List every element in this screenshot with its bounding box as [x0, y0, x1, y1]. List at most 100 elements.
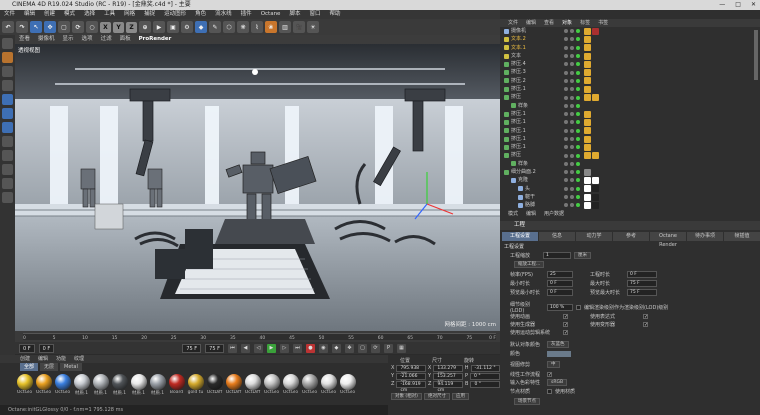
- tag-icon[interactable]: [584, 69, 591, 77]
- object-row[interactable]: 挤压.1: [500, 143, 750, 151]
- material-item[interactable]: OctDiff: [225, 374, 242, 396]
- tag-icon[interactable]: [584, 127, 591, 135]
- visibility-flags[interactable]: [564, 203, 580, 208]
- material-item[interactable]: OctDiff: [206, 374, 223, 396]
- tag-icon[interactable]: [584, 77, 591, 85]
- visibility-flags[interactable]: [564, 112, 580, 117]
- project-time-field[interactable]: 0 F: [627, 271, 657, 278]
- material-item[interactable]: gold tu: [187, 374, 204, 396]
- end-frame-field[interactable]: 75 F: [182, 343, 202, 353]
- node-material-checkbox[interactable]: [547, 389, 552, 394]
- visibility-flags[interactable]: [564, 153, 580, 158]
- render-visibility-dot[interactable]: [570, 128, 574, 133]
- pen-icon[interactable]: ✎: [209, 21, 221, 33]
- tag-icon[interactable]: [592, 201, 599, 209]
- material-item[interactable]: OctGlo: [282, 374, 299, 396]
- visibility-flags[interactable]: [564, 120, 580, 125]
- scale-project-button[interactable]: 缩放工程...: [514, 261, 545, 268]
- material-item[interactable]: 材质.1: [73, 374, 90, 396]
- attribute-tab[interactable]: 帧插值: [724, 232, 760, 241]
- material-item[interactable]: OctGlo: [339, 374, 356, 396]
- menu-item[interactable]: 捕捉: [144, 10, 155, 19]
- redo-icon[interactable]: ↷: [16, 21, 28, 33]
- menu-item[interactable]: 工具: [104, 10, 115, 19]
- camera-icon[interactable]: 🎥: [293, 21, 305, 33]
- grid-key-icon[interactable]: ▦: [396, 343, 406, 353]
- recent-icon[interactable]: ○: [86, 21, 98, 33]
- planar-workplane-icon[interactable]: [2, 192, 13, 203]
- tag-icon[interactable]: [584, 118, 591, 126]
- visibility-flags[interactable]: [564, 170, 580, 175]
- cube-icon[interactable]: ◆: [195, 21, 207, 33]
- start-frame-field[interactable]: 0 F: [19, 343, 35, 353]
- visibility-flags[interactable]: [564, 54, 580, 59]
- render-view-icon[interactable]: ▶: [153, 21, 165, 33]
- enabled-check-icon[interactable]: [576, 70, 580, 75]
- material-item[interactable]: 材质.1: [130, 374, 147, 396]
- scale-unit-select[interactable]: 厘米: [574, 252, 591, 259]
- coordinate-field[interactable]: 0 °: [470, 380, 500, 388]
- menu-item[interactable]: 模式: [64, 10, 75, 19]
- undo-icon[interactable]: ↶: [2, 21, 14, 33]
- model-mode-icon[interactable]: [2, 52, 13, 63]
- editor-visibility-dot[interactable]: [564, 137, 568, 141]
- coordinate-field[interactable]: 0 °: [470, 372, 500, 380]
- editor-visibility-dot[interactable]: [564, 153, 568, 158]
- editor-visibility-dot[interactable]: [564, 45, 568, 50]
- material-item[interactable]: Board: [168, 374, 185, 396]
- menu-item[interactable]: 运动图形: [164, 10, 186, 19]
- minimize-button[interactable]: —: [719, 0, 725, 10]
- tweak-mode-icon[interactable]: [2, 150, 13, 161]
- tag-icon[interactable]: [584, 143, 591, 151]
- z-axis-icon[interactable]: Z: [126, 21, 137, 33]
- object-row[interactable]: 挤压.3: [500, 68, 750, 77]
- attribute-tab[interactable]: 参考: [613, 232, 649, 241]
- visibility-flags[interactable]: [564, 178, 580, 183]
- render-visibility-dot[interactable]: [570, 70, 574, 75]
- y-axis-icon[interactable]: Y: [113, 21, 124, 33]
- editor-visibility-dot[interactable]: [564, 203, 568, 208]
- object-row[interactable]: 细分曲面.2: [500, 168, 750, 176]
- lod-field[interactable]: 100 %: [547, 304, 573, 311]
- material-menu-item[interactable]: 功能: [56, 355, 66, 363]
- visibility-flags[interactable]: [564, 78, 580, 83]
- attribute-menu-item[interactable]: 编辑: [526, 210, 536, 218]
- object-row[interactable]: 挤压.1: [500, 110, 750, 118]
- material-item[interactable]: OctGlo: [320, 374, 337, 396]
- coordinate-field[interactable]: 153.257 cm: [433, 372, 464, 385]
- viewport-menu-item[interactable]: 过滤: [101, 35, 112, 44]
- timeline[interactable]: 0 5 10 15 20 25 30 35 40 45 50 55 60 65 70 75 0 F: [15, 331, 500, 342]
- light-icon[interactable]: ☀: [307, 21, 319, 33]
- object-manager-tab[interactable]: 标签: [580, 19, 590, 27]
- object-manager-tab[interactable]: 对象: [562, 19, 572, 27]
- viewport-menu-item[interactable]: 显示: [63, 35, 74, 44]
- enabled-check-icon[interactable]: [576, 186, 580, 191]
- coordinate-field[interactable]: -168.919 cm: [396, 380, 426, 393]
- linear-workflow-checkbox[interactable]: ✓: [547, 372, 552, 378]
- material-item[interactable]: OctGlo: [263, 374, 280, 396]
- usage-checkbox[interactable]: ✓: [563, 330, 568, 336]
- visibility-flags[interactable]: [564, 70, 580, 75]
- floor-icon[interactable]: ▥: [279, 21, 291, 33]
- menu-item[interactable]: 插件: [241, 10, 252, 19]
- visibility-flags[interactable]: [564, 87, 580, 92]
- visibility-flags[interactable]: [564, 137, 580, 141]
- render-visibility-dot[interactable]: [570, 103, 574, 108]
- tag-icon[interactable]: [592, 27, 599, 35]
- workplane-icon[interactable]: [2, 80, 13, 91]
- usage-checkbox[interactable]: ✓: [643, 314, 648, 320]
- object-manager-tab[interactable]: 查看: [544, 19, 554, 27]
- menu-item[interactable]: 角色: [195, 10, 206, 19]
- max-time-field[interactable]: 75 F: [627, 280, 657, 287]
- maximize-button[interactable]: □: [735, 0, 741, 10]
- render-visibility-dot[interactable]: [570, 62, 574, 67]
- enabled-check-icon[interactable]: [576, 153, 580, 158]
- fps-field[interactable]: 25: [547, 271, 573, 278]
- goto-start-icon[interactable]: ⏮: [227, 343, 237, 353]
- visibility-flags[interactable]: [564, 37, 580, 42]
- input-color-select[interactable]: sRGB: [547, 379, 568, 386]
- enabled-check-icon[interactable]: [576, 145, 580, 150]
- object-row[interactable]: 胳膊: [500, 201, 750, 209]
- coordinate-field[interactable]: 94.119 cm: [433, 380, 463, 393]
- enabled-check-icon[interactable]: [576, 161, 580, 166]
